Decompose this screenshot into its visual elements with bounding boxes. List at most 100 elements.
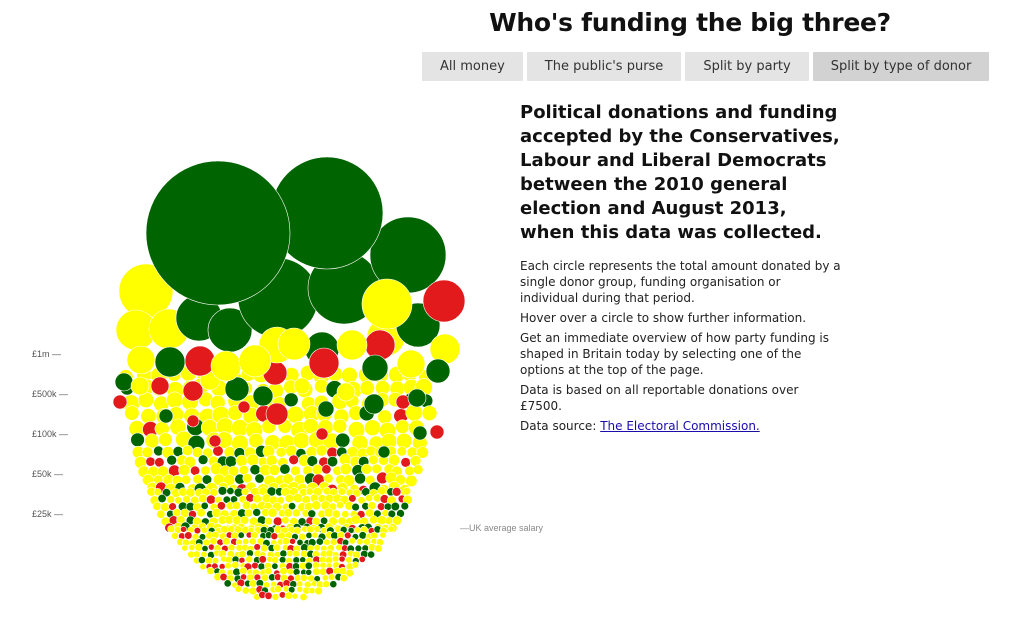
donation-bubble-754[interactable] xyxy=(377,445,391,459)
donation-bubble-615[interactable] xyxy=(258,555,267,564)
donation-bubble-697[interactable] xyxy=(223,579,232,588)
donation-bubble-154[interactable] xyxy=(145,456,156,467)
donation-bubble-348[interactable] xyxy=(311,500,322,511)
donation-bubble-573[interactable] xyxy=(354,544,363,553)
donation-bubble-647[interactable] xyxy=(304,561,313,570)
donation-bubble-730[interactable] xyxy=(271,593,280,601)
donation-bubble-192[interactable] xyxy=(249,464,261,476)
donation-bubble-785[interactable] xyxy=(361,354,389,382)
donation-bubble-150[interactable] xyxy=(396,446,407,457)
donation-bubble-450[interactable] xyxy=(167,525,176,533)
donation-bubble-371[interactable] xyxy=(244,508,253,518)
donation-bubble-483[interactable] xyxy=(387,525,395,533)
donation-bubble-156[interactable] xyxy=(166,454,177,466)
donation-bubble-747[interactable] xyxy=(407,388,427,408)
donation-bubble-118[interactable] xyxy=(335,432,351,448)
donation-bubble-763[interactable] xyxy=(154,346,186,378)
donation-bubble-696[interactable] xyxy=(339,574,348,583)
donation-bubble-142[interactable] xyxy=(315,444,328,457)
donation-bubble-271[interactable] xyxy=(217,486,228,496)
donation-bubble-636[interactable] xyxy=(231,560,240,569)
donation-bubble-753[interactable] xyxy=(158,408,174,424)
donation-bubble-301[interactable] xyxy=(198,493,208,504)
donation-bubble-782[interactable] xyxy=(238,344,272,378)
donation-bubble-478[interactable] xyxy=(353,526,361,534)
donation-bubble-742[interactable] xyxy=(237,400,251,414)
donation-bubble-750[interactable] xyxy=(315,427,329,441)
donation-bubble-176[interactable] xyxy=(368,454,379,465)
donation-bubble-379[interactable] xyxy=(307,509,317,519)
donation-bubble-713[interactable] xyxy=(329,580,338,589)
donation-bubble-320[interactable] xyxy=(348,494,357,503)
donation-bubble-168[interactable] xyxy=(288,454,299,465)
tab-split-by-party[interactable]: Split by party xyxy=(685,52,809,81)
donation-bubble-504[interactable] xyxy=(305,531,313,539)
donation-bubble-313[interactable] xyxy=(293,493,303,503)
donation-bubble-542[interactable] xyxy=(348,537,356,545)
donation-bubble-664[interactable] xyxy=(264,567,273,575)
donation-bubble-712[interactable] xyxy=(322,580,331,588)
donation-bubble-543[interactable] xyxy=(356,537,364,546)
donation-bubble-755[interactable] xyxy=(293,377,311,395)
donation-bubble-452[interactable] xyxy=(180,525,187,533)
donation-bubble-63[interactable] xyxy=(124,405,140,421)
donation-bubble-405[interactable] xyxy=(272,516,283,527)
donation-bubble-129[interactable] xyxy=(182,444,194,457)
donation-bubble-752[interactable] xyxy=(186,414,200,428)
donation-bubble-406[interactable] xyxy=(281,516,290,525)
donation-bubble-767[interactable] xyxy=(210,350,242,382)
donation-bubble-775[interactable] xyxy=(364,329,396,361)
donation-bubble-125[interactable] xyxy=(141,446,154,459)
donation-bubble-612[interactable] xyxy=(238,556,246,564)
donation-bubble-654[interactable] xyxy=(351,561,360,569)
donation-bubble-690[interactable] xyxy=(300,574,308,582)
donation-bubble-578[interactable] xyxy=(193,550,201,559)
donation-bubble-484[interactable] xyxy=(171,531,179,540)
donation-bubble-551[interactable] xyxy=(207,543,215,551)
donation-bubble-201[interactable] xyxy=(339,462,352,475)
donation-bubble-328[interactable] xyxy=(152,501,162,511)
donation-bubble-723[interactable] xyxy=(296,585,304,593)
donation-bubble-195[interactable] xyxy=(279,463,291,475)
donation-bubble-377[interactable] xyxy=(291,508,301,518)
donation-bubble-781[interactable] xyxy=(277,327,311,361)
donation-bubble-404[interactable] xyxy=(264,516,273,526)
donation-bubble-532[interactable] xyxy=(281,537,291,546)
donation-bubble-617[interactable] xyxy=(271,556,279,564)
donation-bubble-198[interactable] xyxy=(311,464,323,476)
donation-bubble-162[interactable] xyxy=(224,455,237,468)
donation-bubble-720[interactable] xyxy=(274,585,282,593)
donation-bubble-749[interactable] xyxy=(429,424,445,440)
donation-bubble-294[interactable] xyxy=(402,487,411,496)
donation-bubble-132[interactable] xyxy=(212,445,224,457)
donation-bubble-159[interactable] xyxy=(197,454,209,465)
donation-bubble-606[interactable] xyxy=(197,556,206,564)
donation-bubble-591[interactable] xyxy=(279,549,288,558)
donation-bubble-505[interactable] xyxy=(311,531,319,539)
donation-bubble-592[interactable] xyxy=(286,549,294,557)
donation-bubble-365[interactable] xyxy=(196,508,206,518)
donation-bubble-655[interactable] xyxy=(206,566,215,575)
donation-bubble-381[interactable] xyxy=(323,507,334,518)
donation-bubble-53[interactable] xyxy=(283,392,299,408)
donation-bubble-737[interactable] xyxy=(150,376,170,396)
donation-bubble-678[interactable] xyxy=(219,572,228,582)
donation-bubble-756[interactable] xyxy=(336,382,356,402)
donation-bubble-786[interactable] xyxy=(270,156,384,270)
donation-bubble-693[interactable] xyxy=(321,574,329,582)
donation-bubble-736[interactable] xyxy=(112,394,128,410)
donation-bubble-726[interactable] xyxy=(314,586,323,596)
donation-bubble-359[interactable] xyxy=(400,501,409,511)
donation-bubble-593[interactable] xyxy=(292,549,301,558)
donation-bubble-494[interactable] xyxy=(237,531,245,539)
donation-bubble-549[interactable] xyxy=(194,543,203,552)
donation-bubble-104[interactable] xyxy=(130,432,145,447)
donation-bubble-521[interactable] xyxy=(209,536,218,546)
donation-bubble-738[interactable] xyxy=(182,380,204,402)
donation-bubble-659[interactable] xyxy=(232,567,241,577)
donation-bubble-558[interactable] xyxy=(253,543,261,551)
donation-bubble-83[interactable] xyxy=(421,405,438,422)
donation-bubble-230[interactable] xyxy=(354,472,366,485)
donation-bubble-122[interactable] xyxy=(396,432,413,450)
donation-bubble-523[interactable] xyxy=(222,537,231,546)
